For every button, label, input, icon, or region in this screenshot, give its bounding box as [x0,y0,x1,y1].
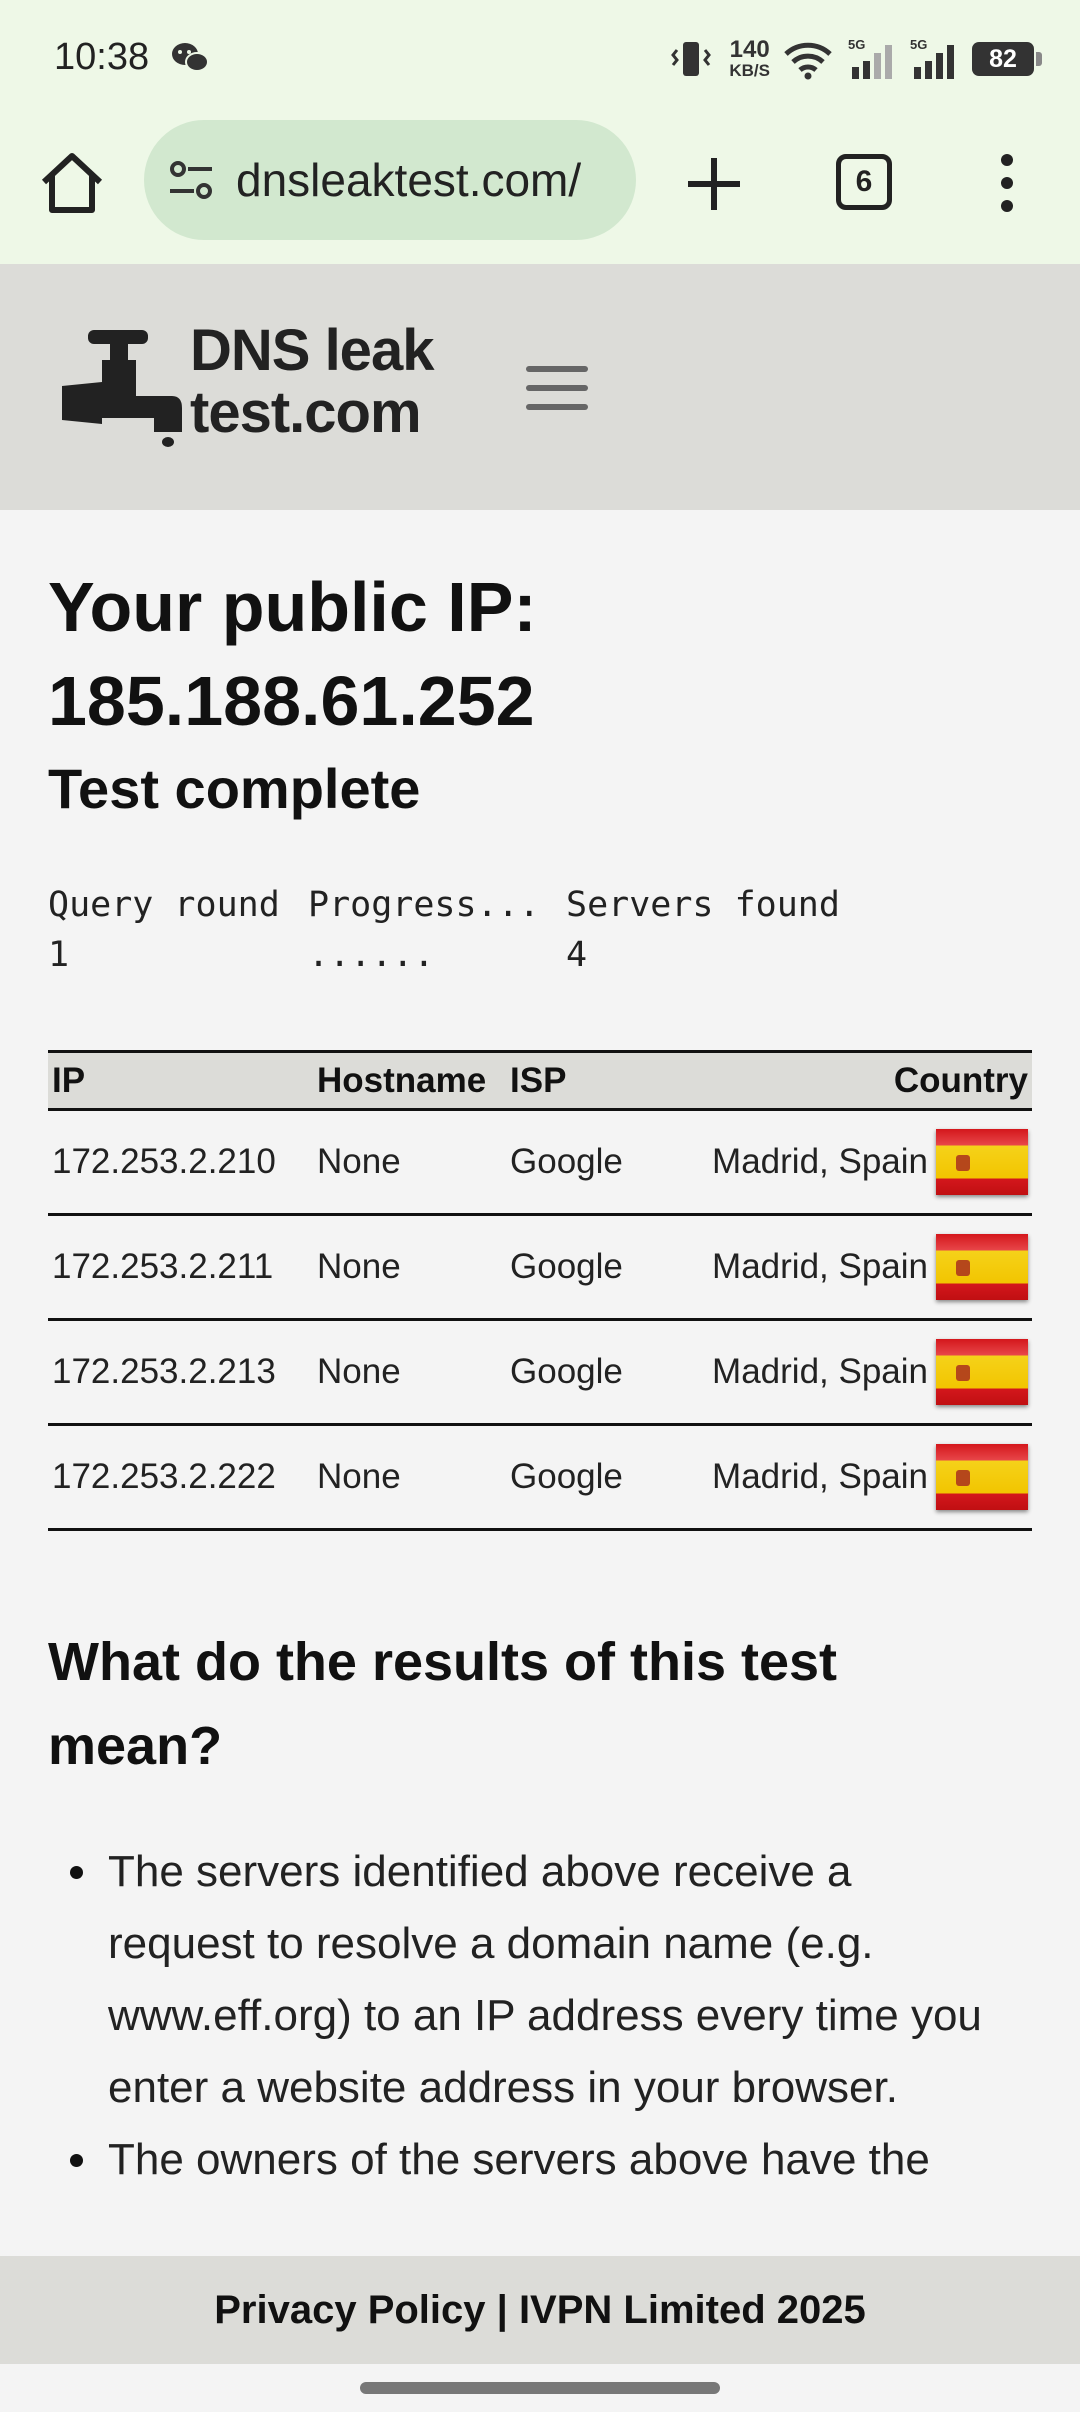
address-bar[interactable]: dnsleaktest.com/ [144,120,636,240]
wechat-icon [172,43,209,72]
progress-header: Progress... [308,885,540,925]
cell-ip: 172.253.2.210 [48,1109,313,1216]
query-round-header: Query round [48,885,280,925]
table-row: 172.253.2.211 None Google Madrid, Spain [48,1214,1032,1321]
tab-switcher-button[interactable]: 6 [836,154,892,210]
table-row: 172.253.2.210 None Google Madrid, Spain [48,1109,1032,1216]
cell-flag [932,1109,1032,1216]
svg-text:5G: 5G [910,37,927,52]
cell-hostname: None [313,1109,506,1216]
table-row: 172.253.2.222 None Google Madrid, Spain [48,1424,1032,1531]
wifi-icon [784,42,832,80]
spain-flag-icon [936,1339,1028,1405]
list-item: The owners of the servers above have the [48,2124,1008,2196]
logo-text-line1: DNS leak [190,318,434,383]
site-footer: Privacy Policy | IVPN Limited 2025 [0,2256,1080,2364]
column-header-isp: ISP [506,1050,680,1111]
logo-text-line2: test.com [190,380,422,445]
servers-found-value: 4 [566,935,588,975]
site-header: DNS leak test.com [0,264,1080,510]
cell-hostname: None [313,1214,506,1321]
cell-isp: Google [506,1109,680,1216]
network-speed-value: 140 [729,36,770,63]
spain-flag-icon [936,1444,1028,1510]
servers-found-header: Servers found [566,885,840,925]
browser-toolbar: dnsleaktest.com/ 6 [0,120,1080,264]
signal-5g-icon: 5G [848,37,892,79]
site-logo[interactable]: DNS leak test.com [62,320,472,450]
cell-location: Madrid, Spain [680,1424,932,1531]
progress-value: ...... [308,935,435,975]
dns-servers-table: IP Hostname ISP Country 172.253.2.210 No… [48,1050,1032,1531]
table-header-row: IP Hostname ISP Country [48,1050,1032,1111]
signal-5g-icon: 5G [910,37,954,79]
faucet-logo-icon [62,330,182,447]
gesture-handle[interactable] [360,2382,720,2394]
site-settings-icon[interactable] [166,155,218,205]
status-bar: 10:38 140 KB/S 5G 5G 82 [0,0,1080,120]
cell-flag [932,1214,1032,1321]
system-nav-bar [0,2364,1080,2412]
new-tab-icon[interactable] [678,148,750,220]
test-status: Test complete [48,757,421,820]
list-item: The servers identified above receive a r… [48,1836,1008,2124]
url-text[interactable]: dnsleaktest.com/ [236,153,581,207]
cell-ip: 172.253.2.211 [48,1214,313,1321]
status-icons: 140 KB/S 5G 5G 82 [671,36,1042,82]
results-meaning-heading: What do the results of this test mean? [48,1632,838,1776]
battery-icon: 82 [972,42,1042,76]
spain-flag-icon [936,1234,1028,1300]
cell-ip: 172.253.2.222 [48,1424,313,1531]
logo-text: DNS leak test.com [190,318,434,445]
table-row: 172.253.2.213 None Google Madrid, Spain [48,1319,1032,1426]
cell-isp: Google [506,1319,680,1426]
cell-hostname: None [313,1424,506,1531]
cell-isp: Google [506,1424,680,1531]
column-header-country: Country [680,1050,1032,1111]
vibrate-icon [671,42,712,76]
home-icon[interactable] [38,150,106,216]
public-ip-heading: Your public IP: 185.188.61.252 [48,568,537,740]
network-speed: 140 KB/S [729,38,770,80]
status-time: 10:38 [54,36,150,78]
hamburger-menu-icon[interactable] [526,362,588,414]
network-speed-unit: KB/S [729,61,770,80]
cell-location: Madrid, Spain [680,1214,932,1321]
svg-text:5G: 5G [848,37,865,52]
cell-location: Madrid, Spain [680,1319,932,1426]
cell-location: Madrid, Spain [680,1109,932,1216]
more-menu-icon[interactable] [992,150,1022,216]
explanation-list: The servers identified above receive a r… [48,1836,1008,2196]
spain-flag-icon [936,1129,1028,1195]
cell-flag [932,1319,1032,1426]
query-round-value: 1 [48,935,70,975]
footer-text[interactable]: Privacy Policy | IVPN Limited 2025 [214,2288,866,2333]
cell-ip: 172.253.2.213 [48,1319,313,1426]
cell-isp: Google [506,1214,680,1321]
column-header-ip: IP [48,1050,313,1111]
column-header-hostname: Hostname [313,1050,506,1111]
cell-flag [932,1424,1032,1531]
cell-hostname: None [313,1319,506,1426]
